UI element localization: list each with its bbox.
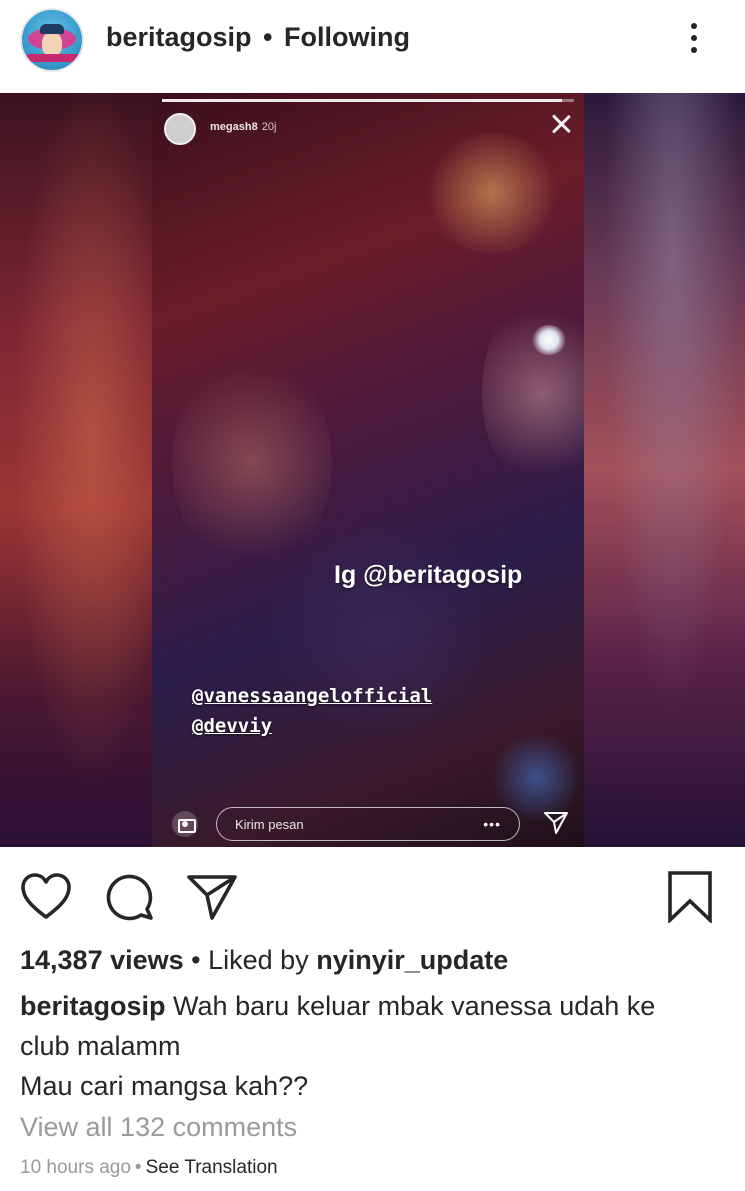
post-timestamp: 10 hours ago bbox=[20, 1157, 131, 1178]
story-progress-bar bbox=[162, 99, 574, 102]
like-button[interactable] bbox=[20, 871, 72, 923]
post-header: beritagosip • Following bbox=[0, 0, 745, 88]
story-send-icon bbox=[544, 812, 568, 834]
see-translation-link[interactable]: See Translation bbox=[146, 1157, 278, 1178]
following-button[interactable]: Following bbox=[284, 22, 410, 52]
header-username[interactable]: beritagosip bbox=[106, 22, 252, 52]
caption-line: club malamm bbox=[20, 1031, 181, 1061]
story-more-dots: ••• bbox=[483, 816, 501, 832]
avatar-logo-face bbox=[42, 32, 62, 56]
heart-icon bbox=[21, 873, 71, 919]
profile-avatar[interactable] bbox=[20, 8, 84, 72]
meta-separator: • bbox=[134, 1157, 142, 1178]
story-message-placeholder: Kirim pesan bbox=[235, 817, 304, 832]
story-username-text: megash8 bbox=[210, 121, 258, 133]
close-icon bbox=[550, 113, 572, 135]
comment-icon bbox=[106, 874, 153, 921]
camera-icon bbox=[172, 811, 198, 837]
views-liked-row: 14,387 views • Liked by nyinyir_update bbox=[20, 945, 508, 976]
story-progress-fill bbox=[162, 99, 562, 102]
share-button[interactable] bbox=[186, 871, 238, 923]
caption-line: beritagosip Wah baru keluar mbak vanessa… bbox=[20, 986, 720, 1026]
header-title: beritagosip • Following bbox=[106, 22, 410, 53]
story-mention: @vanessaangelofficial bbox=[192, 685, 433, 707]
story-message-field: Kirim pesan ••• bbox=[216, 807, 520, 841]
save-button[interactable] bbox=[664, 871, 716, 925]
liked-by-user[interactable]: nyinyir_update bbox=[316, 945, 508, 975]
caption-username[interactable]: beritagosip bbox=[20, 991, 166, 1021]
caption-text: Wah baru keluar mbak vanessa udah ke bbox=[173, 991, 656, 1021]
bookmark-icon bbox=[668, 871, 712, 925]
story-avatar bbox=[164, 113, 196, 145]
story-light bbox=[532, 325, 566, 355]
post-media[interactable]: megash8 20j Ig @beritagosip @vanessaangel… bbox=[0, 93, 745, 847]
story-username: megash8 20j bbox=[210, 121, 276, 133]
avatar-logo-hat bbox=[40, 24, 64, 34]
views-count[interactable]: 14,387 views bbox=[20, 945, 184, 975]
story-mention: @devviy bbox=[192, 715, 273, 737]
story-glow bbox=[422, 133, 562, 253]
more-vertical-icon[interactable] bbox=[680, 20, 708, 60]
media-blur-right bbox=[584, 93, 745, 847]
story-reply-bar: Kirim pesan ••• bbox=[164, 803, 576, 843]
story-glow bbox=[172, 353, 332, 573]
post-meta: 10 hours ago • See Translation bbox=[20, 1157, 278, 1179]
liked-by-prefix: Liked by bbox=[208, 945, 309, 975]
story-time: 20j bbox=[261, 121, 277, 133]
caption-line: Mau cari mangsa kah?? bbox=[20, 1071, 309, 1101]
story-glow bbox=[482, 293, 584, 493]
story-watermark: Ig @beritagosip bbox=[334, 561, 523, 589]
avatar-logo-band bbox=[26, 54, 80, 62]
story-glow bbox=[272, 513, 492, 753]
view-all-comments-link[interactable]: View all 132 comments bbox=[20, 1112, 297, 1143]
story-screenshot: megash8 20j Ig @beritagosip @vanessaangel… bbox=[152, 93, 584, 847]
views-separator: • bbox=[191, 945, 201, 975]
post-caption: beritagosip Wah baru keluar mbak vanessa… bbox=[20, 986, 720, 1106]
header-separator: • bbox=[263, 22, 273, 52]
send-icon bbox=[187, 875, 237, 920]
action-row bbox=[0, 847, 745, 942]
comment-button[interactable] bbox=[104, 871, 156, 923]
media-blur-left bbox=[0, 93, 152, 847]
